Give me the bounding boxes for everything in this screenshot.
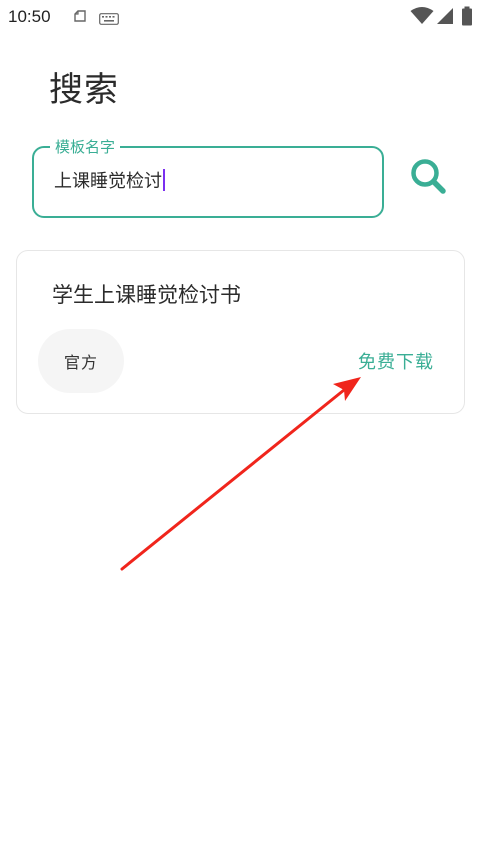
search-icon — [409, 157, 449, 201]
cloud-sync-icon — [72, 8, 88, 28]
search-input[interactable]: 上课睡觉检讨 — [54, 169, 165, 195]
free-download-button[interactable]: 免费下载 — [358, 348, 434, 374]
result-card[interactable]: 学生上课睡觉检讨书 官方 免费下载 — [16, 250, 465, 414]
cellular-signal-icon — [436, 7, 454, 29]
annotation-arrow — [120, 377, 361, 571]
template-name-search-field[interactable]: 模板名字 上课睡觉检讨 — [32, 137, 384, 218]
search-button[interactable] — [404, 154, 454, 204]
official-badge: 官方 — [38, 329, 124, 393]
search-field-label: 模板名字 — [50, 137, 121, 157]
keyboard-icon — [99, 10, 119, 29]
text-cursor — [163, 169, 165, 191]
search-input-text: 上课睡觉检讨 — [54, 171, 162, 192]
wifi-icon — [410, 7, 434, 29]
battery-icon — [461, 6, 473, 30]
page-title: 搜索 — [49, 70, 119, 110]
result-title[interactable]: 学生上课睡觉检讨书 — [52, 279, 241, 309]
status-time: 10:50 — [8, 7, 51, 26]
status-bar: 10:50 — [0, 0, 481, 34]
